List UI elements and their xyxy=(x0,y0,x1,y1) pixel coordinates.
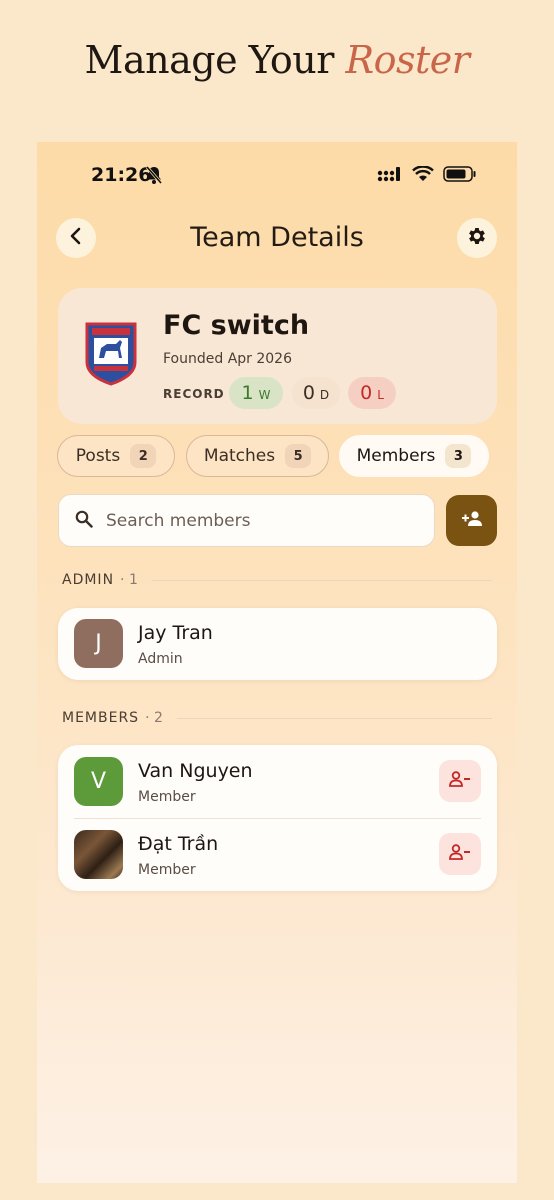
record-draws: 0 D xyxy=(292,377,340,409)
team-card: FC switch Founded Apr 2026 RECORD 1 W 0 … xyxy=(58,288,497,424)
draws-unit: D xyxy=(319,388,330,402)
tab-label: Posts xyxy=(75,446,121,466)
remove-member-button[interactable] xyxy=(439,833,481,875)
section-count: · 2 xyxy=(145,710,163,726)
team-crest xyxy=(84,320,138,390)
admin-list: J Jay Tran Admin xyxy=(58,608,497,680)
avatar: V xyxy=(74,757,123,806)
status-time: 21:26 xyxy=(91,164,152,186)
tab-matches[interactable]: Matches 5 xyxy=(186,435,329,477)
section-divider xyxy=(151,579,492,581)
search-box xyxy=(58,494,435,547)
tab-members[interactable]: Members 3 xyxy=(339,435,489,477)
tab-count: 5 xyxy=(285,444,312,468)
list-item[interactable]: V Van Nguyen Member xyxy=(58,745,497,818)
phone-screen: 21:26 Team Details FC switch Founded Apr… xyxy=(37,142,517,1183)
list-item[interactable]: Đạt Trần Member xyxy=(58,818,497,891)
bell-off-icon xyxy=(145,165,163,189)
battery-icon xyxy=(443,166,477,186)
add-member-button[interactable] xyxy=(446,495,497,546)
remove-member-button[interactable] xyxy=(439,760,481,802)
tab-bar: Posts 2 Matches 5 Members 3 xyxy=(57,435,497,479)
wins-unit: W xyxy=(258,388,271,402)
list-item[interactable]: J Jay Tran Admin xyxy=(58,608,497,681)
top-bar: Team Details xyxy=(37,218,517,260)
avatar-photo xyxy=(74,830,123,879)
team-name: FC switch xyxy=(163,310,310,341)
section-count: · 1 xyxy=(120,572,138,588)
record-label: RECORD xyxy=(163,387,225,401)
search-input[interactable] xyxy=(106,510,406,531)
member-name: Van Nguyen xyxy=(138,760,253,782)
signal-icon xyxy=(377,166,403,186)
section-label: ADMIN xyxy=(62,572,115,588)
tab-label: Members xyxy=(356,446,436,466)
section-label: MEMBERS xyxy=(62,710,140,726)
search-icon xyxy=(75,510,93,532)
add-person-icon xyxy=(461,510,483,532)
tab-posts[interactable]: Posts 2 xyxy=(57,435,175,477)
member-role: Admin xyxy=(138,651,183,667)
members-list: V Van Nguyen Member Đạt Trần Member xyxy=(58,745,497,891)
headline-prefix: Manage Your xyxy=(84,38,335,82)
member-role: Member xyxy=(138,862,196,878)
tab-label: Matches xyxy=(203,446,276,466)
section-admin-header: ADMIN · 1 xyxy=(62,572,492,588)
status-bar: 21:26 xyxy=(37,162,517,188)
draws-count: 0 xyxy=(302,382,315,404)
tab-count: 2 xyxy=(130,444,157,468)
wins-count: 1 xyxy=(241,382,254,404)
headline: Manage Your Roster xyxy=(0,38,554,82)
page-title: Team Details xyxy=(190,222,364,253)
remove-person-icon xyxy=(449,844,471,864)
losses-unit: L xyxy=(377,388,384,402)
member-name: Jay Tran xyxy=(138,622,213,644)
record-wins: 1 W xyxy=(229,377,283,409)
section-divider xyxy=(176,717,492,719)
section-members-header: MEMBERS · 2 xyxy=(62,710,492,726)
tab-count: 3 xyxy=(445,444,472,468)
headline-accent: Roster xyxy=(345,38,470,82)
avatar: J xyxy=(74,619,123,668)
settings-button[interactable] xyxy=(457,218,497,258)
gear-icon xyxy=(466,225,488,251)
wifi-icon xyxy=(412,165,434,186)
member-name: Đạt Trần xyxy=(138,833,219,855)
member-role: Member xyxy=(138,789,196,805)
team-founded: Founded Apr 2026 xyxy=(163,351,293,367)
record-losses: 0 L xyxy=(348,377,396,409)
losses-count: 0 xyxy=(360,382,373,404)
remove-person-icon xyxy=(449,771,471,791)
